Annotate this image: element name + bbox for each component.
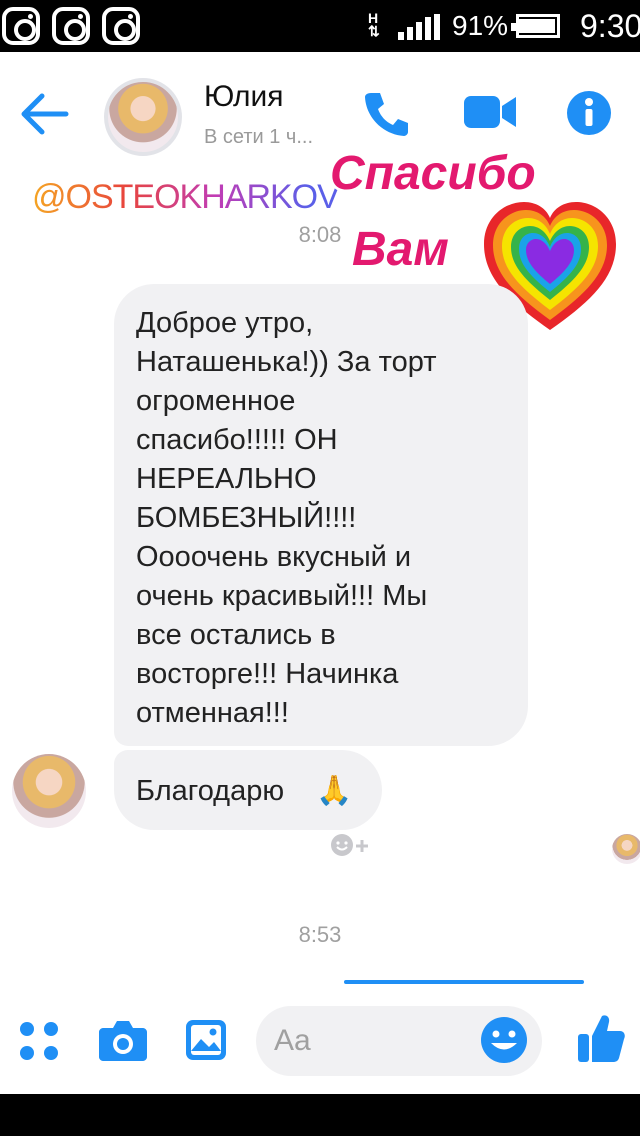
phone-icon[interactable] (362, 88, 412, 138)
network-type: H ⇅ (368, 10, 380, 39)
info-icon[interactable] (566, 90, 612, 136)
messenger-screen: H ⇅ 91% 9:30 Юлия В сети 1 ч... @OSTEOKHA… (0, 0, 640, 1136)
add-reaction-icon[interactable] (330, 832, 372, 858)
signal-bars-icon (398, 14, 442, 40)
seen-receipt-avatar (612, 834, 640, 864)
back-arrow-icon[interactable] (18, 92, 70, 136)
apps-dots-icon[interactable] (18, 1020, 60, 1062)
instagram-icon (102, 7, 140, 45)
instagram-handle: @OSTEOKHARKOV (32, 178, 340, 216)
timestamp: 8:53 (298, 922, 342, 947)
sender-avatar[interactable] (12, 754, 86, 828)
instagram-icon (2, 7, 40, 45)
status-bar: H ⇅ 91% 9:30 (0, 0, 640, 52)
composer-bar: Aa (0, 984, 640, 1094)
video-camera-icon[interactable] (462, 92, 518, 132)
praying-hands-emoji: 🙏 (316, 775, 353, 807)
message-bubble[interactable]: Доброе утро, Наташенька!)) За торт огром… (114, 284, 528, 746)
thumbs-up-icon[interactable] (576, 1012, 626, 1064)
chat-header: Юлия В сети 1 ч... (0, 52, 640, 178)
battery-icon (511, 14, 560, 38)
instagram-icon (52, 7, 90, 45)
contact-name[interactable]: Юлия (204, 80, 283, 114)
camera-icon[interactable] (98, 1018, 148, 1062)
message-text: Благодарю (136, 775, 285, 807)
battery-percent: 91% (452, 10, 509, 41)
contact-avatar[interactable] (104, 78, 182, 156)
message-text: Доброе утро, Наташенька!)) За торт огром… (136, 307, 437, 729)
emoji-icon[interactable] (480, 1016, 528, 1064)
presence-status: В сети 1 ч... (204, 126, 314, 148)
gallery-icon[interactable] (184, 1018, 228, 1062)
message-input-placeholder: Aa (274, 1024, 311, 1057)
sticker-text-thanks: Спасибо (330, 147, 536, 200)
system-nav-bar (0, 1094, 640, 1136)
message-bubble-thanks[interactable]: Благодарю 🙏 (114, 750, 382, 830)
status-time: 9:30 (580, 8, 640, 44)
timestamp: 8:08 (298, 222, 342, 247)
